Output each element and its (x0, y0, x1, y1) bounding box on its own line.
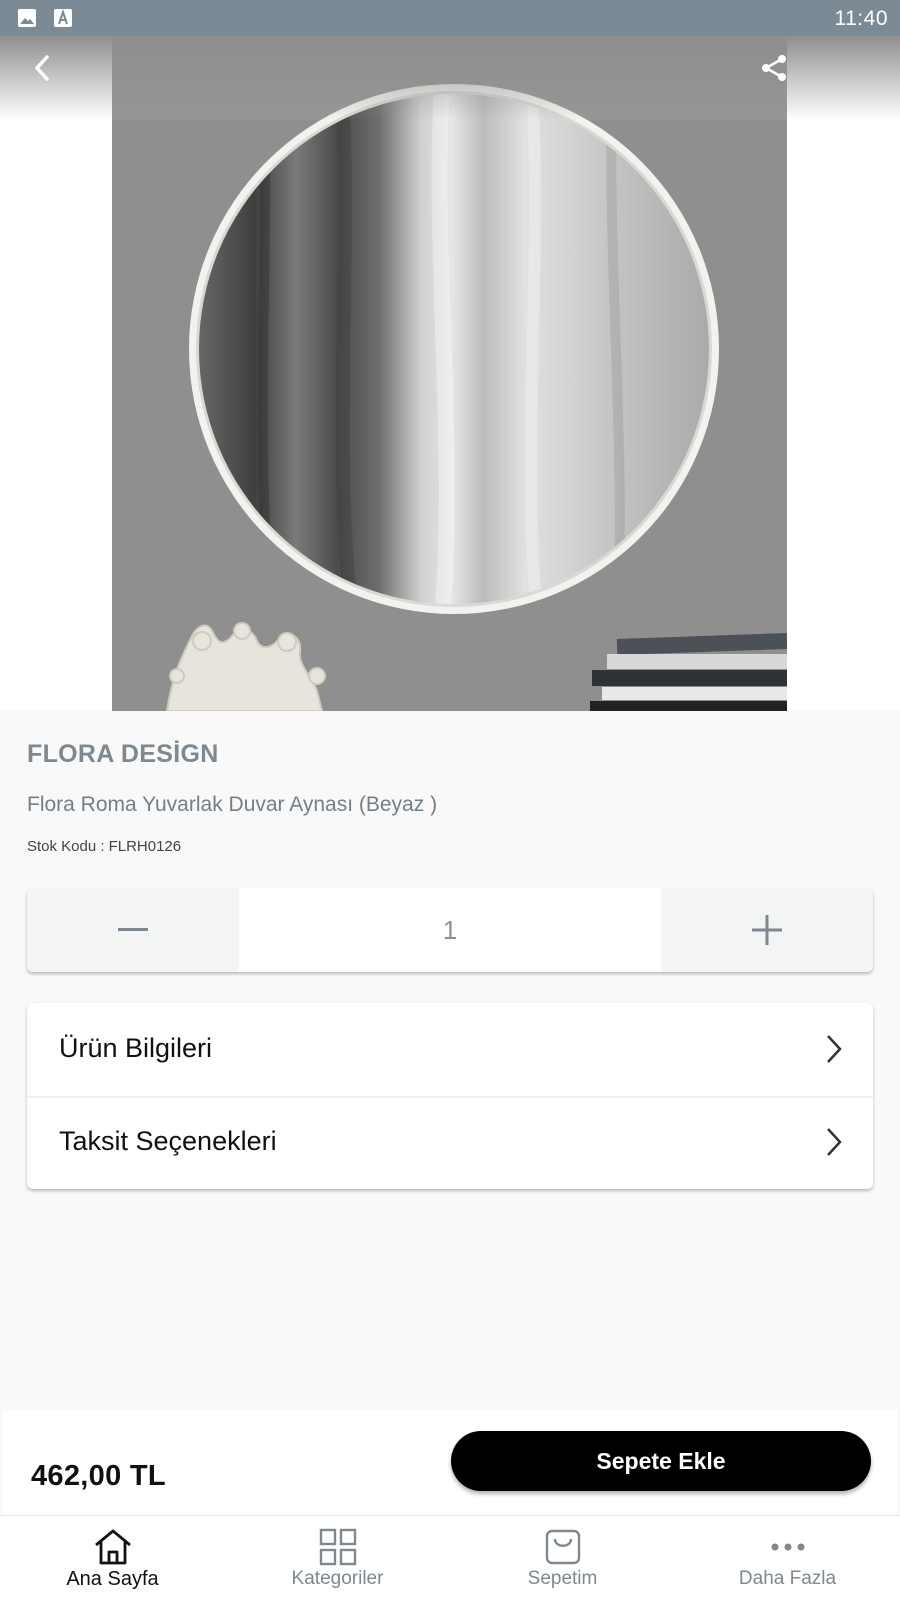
sku-line: Stok Kodu : FLRH0126 (27, 838, 181, 855)
status-bar: 11:40 (0, 0, 900, 36)
image-icon (18, 9, 36, 27)
product-image-area (0, 36, 900, 711)
sku-value: FLRH0126 (108, 838, 182, 855)
tab-label: Daha Fazla (738, 1568, 837, 1589)
plus-icon (752, 915, 782, 945)
increment-button[interactable] (661, 888, 873, 972)
chevron-right-icon (827, 1035, 842, 1063)
menu-item-label: Ürün Bilgileri (59, 1033, 213, 1063)
chevron-left-icon (34, 55, 49, 81)
minus-icon (118, 928, 148, 931)
home-icon (94, 1529, 131, 1565)
chevron-right-icon (827, 1128, 842, 1156)
quantity-value[interactable]: 1 (239, 888, 661, 972)
product-title: Flora Roma Yuvarlak Duvar Aynası (Beyaz … (27, 793, 438, 816)
menu-item-installments[interactable]: Taksit Seçenekleri (27, 1096, 873, 1189)
tab-cart[interactable]: Sepetim (450, 1516, 675, 1601)
product-photo[interactable] (112, 36, 787, 711)
font-icon (54, 8, 72, 27)
menu-item-label: Taksit Seçenekleri (59, 1126, 277, 1156)
grid-icon (319, 1528, 356, 1566)
tab-more[interactable]: Daha Fazla (675, 1516, 900, 1601)
info-menu: Ürün Bilgileri Taksit Seçenekleri (27, 1003, 873, 1189)
share-button[interactable] (746, 40, 802, 96)
back-button[interactable] (14, 40, 70, 96)
quantity-stepper: 1 (27, 888, 873, 972)
add-to-cart-button[interactable]: Sepete Ekle (451, 1431, 871, 1491)
share-icon (762, 55, 786, 81)
decrement-button[interactable] (27, 888, 239, 972)
price: 462,00 TL (31, 1460, 166, 1492)
tab-home[interactable]: Ana Sayfa (0, 1516, 225, 1601)
brand-name: FLORA DESİGN (27, 740, 219, 768)
status-time: 11:40 (834, 7, 888, 30)
sku-label: Stok Kodu : (27, 838, 105, 855)
tab-label: Kategoriler (291, 1568, 384, 1589)
menu-item-product-info[interactable]: Ürün Bilgileri (27, 1003, 873, 1098)
more-icon (771, 1543, 804, 1551)
bottom-nav: Ana Sayfa Kategoriler Sepetim Daha Fazla (0, 1515, 900, 1601)
tab-label: Ana Sayfa (66, 1568, 159, 1590)
tab-label: Sepetim (527, 1568, 598, 1589)
bag-icon (545, 1529, 580, 1565)
tab-categories[interactable]: Kategoriler (225, 1516, 450, 1601)
purchase-bar: 462,00 TL Sepete Ekle (3, 1410, 897, 1515)
